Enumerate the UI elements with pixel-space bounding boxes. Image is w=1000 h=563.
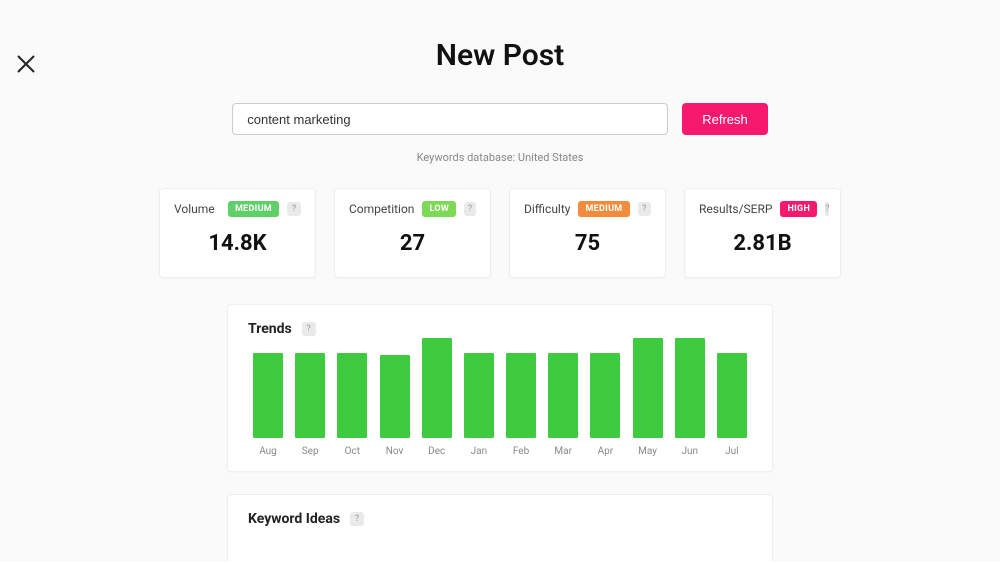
chart-bar: Nov [377, 355, 413, 457]
metric-badge: HIGH [780, 201, 817, 217]
chart-bar: Jan [461, 353, 497, 457]
search-row: Refresh [0, 103, 1000, 135]
bar-label: Apr [598, 446, 614, 457]
help-icon[interactable]: ? [638, 202, 652, 216]
bar-label: Sep [302, 446, 319, 457]
metric-value: 27 [349, 231, 476, 256]
page-title: New Post [0, 38, 1000, 73]
help-icon[interactable]: ? [287, 202, 301, 216]
keyword-input[interactable] [232, 103, 668, 135]
chart-bar: May [630, 338, 666, 457]
metric-badge: MEDIUM [228, 201, 279, 217]
metrics-row: Volume MEDIUM ? 14.8K Competition LOW ? … [0, 188, 1000, 278]
chart-bar: Apr [587, 353, 623, 457]
trends-chart: Aug Sep Oct Nov Dec Jan Feb Mar Apr May Jun Jul [248, 347, 752, 457]
bar-label: Dec [428, 446, 445, 457]
metric-card-difficulty: Difficulty MEDIUM ? 75 [509, 188, 666, 278]
bar-jun [675, 338, 705, 438]
chart-bar: Feb [503, 353, 539, 457]
metric-label: Volume [174, 202, 215, 216]
metric-label: Competition [349, 202, 414, 216]
chart-bar: Oct [334, 353, 370, 457]
metric-badge: MEDIUM [578, 201, 629, 217]
bar-label: Feb [513, 446, 529, 457]
metric-card-volume: Volume MEDIUM ? 14.8K [159, 188, 316, 278]
bar-dec [422, 338, 452, 438]
chart-bar: Dec [419, 338, 455, 457]
keyword-ideas-card: Keyword Ideas ? [227, 494, 773, 563]
help-icon[interactable]: ? [464, 202, 476, 216]
bar-label: May [638, 446, 657, 457]
bar-label: Jun [681, 446, 698, 457]
metric-badge: LOW [422, 201, 456, 217]
chart-bar: Sep [292, 353, 328, 457]
metric-value: 14.8K [174, 231, 301, 256]
metric-value: 75 [524, 231, 651, 256]
bar-label: Mar [554, 446, 572, 457]
bar-oct [337, 353, 367, 438]
metric-value: 2.81B [699, 231, 826, 256]
bar-mar [548, 353, 578, 438]
database-note: Keywords database: United States [0, 151, 1000, 164]
bar-apr [590, 353, 620, 438]
bar-feb [506, 353, 536, 438]
keyword-ideas-title: Keyword Ideas [248, 511, 340, 527]
bar-label: Nov [386, 446, 404, 457]
chart-bar: Jun [672, 338, 708, 457]
bar-sep [295, 353, 325, 438]
bar-jul [717, 353, 747, 438]
chart-bar: Aug [250, 353, 286, 457]
help-icon[interactable]: ? [350, 512, 364, 526]
refresh-button[interactable]: Refresh [682, 103, 768, 135]
metric-label: Difficulty [524, 202, 570, 216]
metric-label: Results/SERP [699, 202, 772, 216]
close-button[interactable] [14, 52, 38, 76]
bar-label: Jan [471, 446, 487, 457]
trends-card: Trends ? Aug Sep Oct Nov Dec Jan Feb Mar Apr May J… [227, 304, 773, 472]
bar-label: Oct [345, 446, 360, 457]
bar-label: Jul [725, 446, 738, 457]
help-icon[interactable]: ? [302, 322, 316, 336]
metric-card-competition: Competition LOW ? 27 [334, 188, 491, 278]
chart-bar: Mar [545, 353, 581, 457]
metric-card-results: Results/SERP HIGH ? 2.81B [684, 188, 841, 278]
trends-title: Trends [248, 321, 292, 337]
bar-jan [464, 353, 494, 438]
bar-label: Aug [259, 446, 277, 457]
bar-may [633, 338, 663, 438]
close-icon [14, 61, 38, 80]
bar-nov [380, 355, 410, 438]
bar-aug [253, 353, 283, 438]
help-icon[interactable]: ? [825, 202, 829, 216]
chart-bar: Jul [714, 353, 750, 457]
